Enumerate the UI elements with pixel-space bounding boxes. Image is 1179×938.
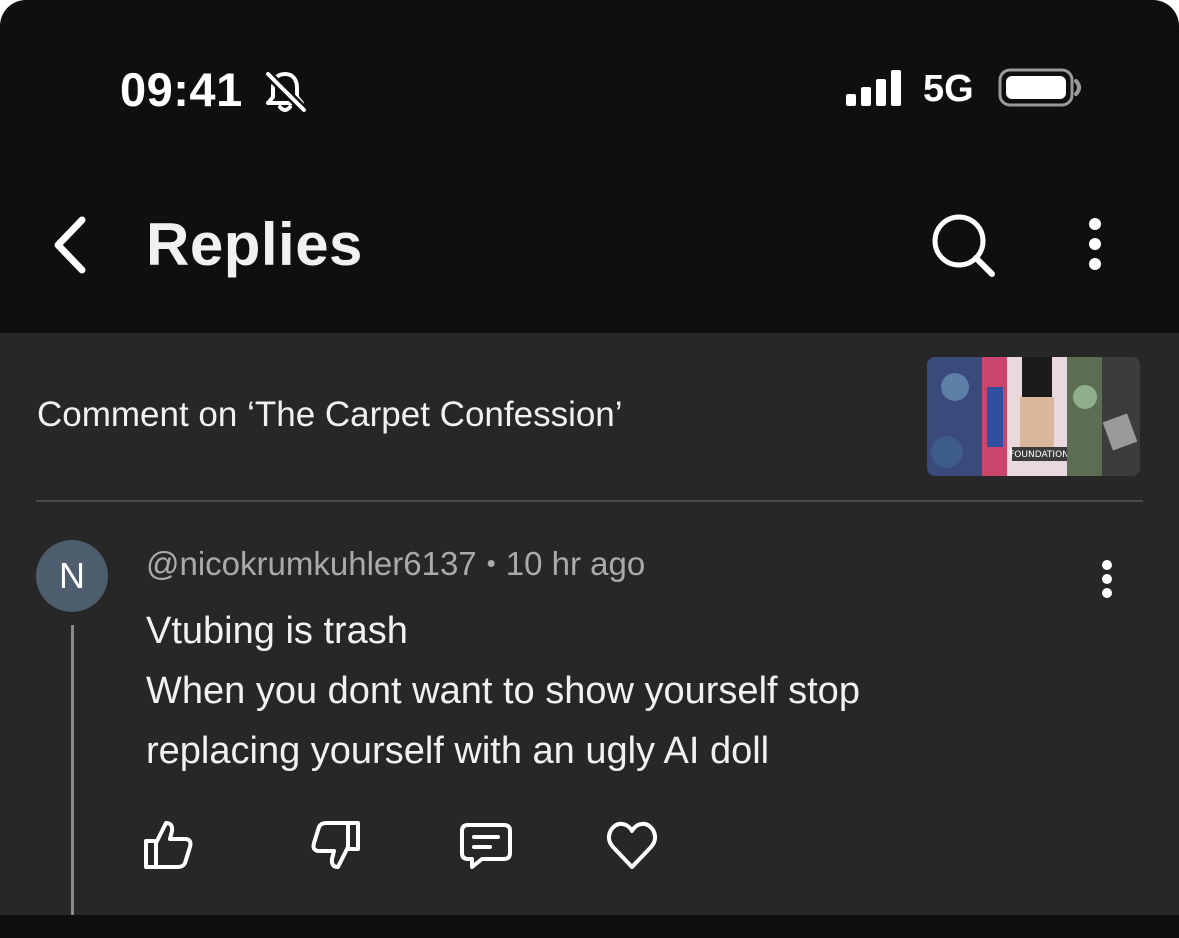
thumbs-up-icon[interactable] — [140, 817, 196, 873]
thumbnail-caption: FOUNDATION — [1009, 450, 1069, 460]
divider — [36, 500, 1143, 502]
comment-line: Vtubing is trash — [146, 610, 408, 652]
replies-panel: Comment on ‘The Carpet Confession’ FOUND… — [0, 333, 1179, 938]
search-icon[interactable] — [928, 210, 998, 280]
comment-meta: @nicokrumkuhler6137 • 10 hr ago — [146, 545, 645, 583]
phone-screen: 09:41 5G Replies Comment on ‘The Carpet … — [0, 0, 1179, 938]
network-label: 5G — [923, 68, 974, 110]
comment-context-title[interactable]: Comment on ‘The Carpet Confession’ — [37, 395, 623, 435]
heart-icon[interactable] — [604, 817, 660, 873]
thread-line — [71, 625, 74, 938]
bottom-bar — [0, 915, 1179, 938]
comment-author[interactable]: @nicokrumkuhler6137 — [146, 545, 477, 582]
signal-icon — [846, 70, 901, 106]
more-vert-icon[interactable] — [1074, 214, 1116, 274]
reply-icon[interactable] — [458, 817, 514, 873]
meta-separator: • — [486, 548, 496, 578]
battery-icon — [998, 68, 1081, 107]
comment-time: 10 hr ago — [505, 545, 646, 582]
back-button[interactable] — [44, 210, 100, 280]
video-thumbnail[interactable]: FOUNDATION — [927, 357, 1140, 476]
page-title: Replies — [146, 211, 363, 278]
comment-body: Vtubing is trash When you dont want to s… — [146, 601, 1046, 781]
comment-more-icon[interactable] — [1092, 555, 1122, 619]
comment-line: When you dont want to show yourself stop — [146, 670, 860, 712]
bell-slash-icon — [264, 70, 308, 114]
avatar[interactable]: N — [36, 540, 108, 612]
comment-line: replacing yourself with an ugly AI doll — [146, 730, 770, 772]
thumbs-down-icon[interactable] — [308, 817, 364, 873]
status-time: 09:41 — [120, 63, 243, 116]
